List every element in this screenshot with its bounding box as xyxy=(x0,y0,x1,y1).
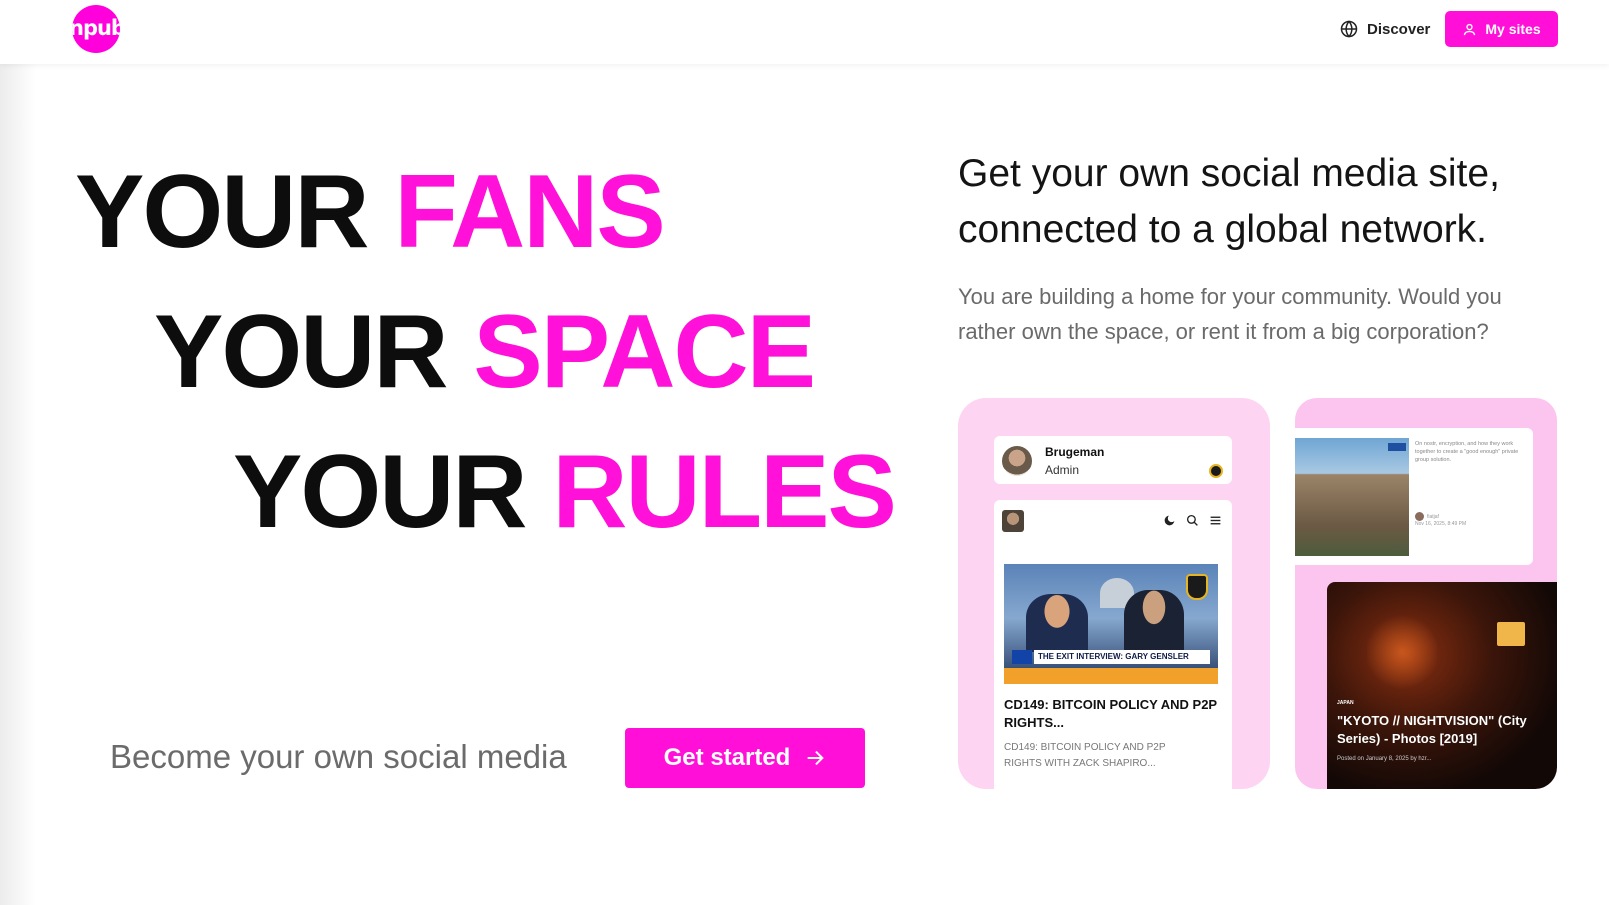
hero-word-fans: FANS xyxy=(394,154,665,270)
admin-profile-box: Brugeman Admin xyxy=(994,436,1232,484)
hero-line-rules: YOUR RULES xyxy=(233,440,897,544)
article-date: Nov 16, 2025, 8:49 PM xyxy=(1415,521,1467,527)
user-icon xyxy=(1464,23,1476,35)
top-nav: npub Discover My sites xyxy=(0,0,1609,64)
hero-word-your: YOUR xyxy=(233,434,527,550)
hero-word-rules: RULES xyxy=(552,434,896,550)
get-started-label: Get started xyxy=(663,744,791,771)
discover-label: Discover xyxy=(1367,20,1431,38)
night-photo-post: JAPAN "KYOTO // NIGHTVISION" (City Serie… xyxy=(1327,582,1557,789)
logo-text: npub xyxy=(72,16,120,40)
thumbnail-person xyxy=(1124,590,1184,652)
night-post-meta: Posted on January 8, 2025 by hzr... xyxy=(1337,756,1432,762)
news-logo xyxy=(1012,650,1032,664)
badge-icon xyxy=(1209,464,1223,478)
admin-role: Admin xyxy=(1045,463,1080,477)
feed-toolbar xyxy=(1163,514,1222,527)
logo[interactable]: npub xyxy=(72,5,120,53)
thumbnail-person xyxy=(1026,594,1088,652)
news-ticker xyxy=(1004,668,1218,684)
hero-word-space: SPACE xyxy=(473,294,816,410)
avatar xyxy=(1002,446,1032,476)
landscape-image xyxy=(1295,438,1409,556)
my-sites-label: My sites xyxy=(1485,21,1541,37)
post-title: CD149: BITCOIN POLICY AND P2P RIGHTS... xyxy=(1004,697,1217,730)
globe-icon xyxy=(1340,20,1358,38)
preview-card-community: Brugeman Admin THE EXIT INTERVIEW: GARY … xyxy=(958,398,1270,789)
lamp-glow xyxy=(1367,612,1437,692)
hero-word-your: YOUR xyxy=(154,294,448,410)
night-post-title: "KYOTO // NIGHTVISION" (City Series) - P… xyxy=(1337,713,1527,746)
intro-description: You are building a home for your communi… xyxy=(958,284,1502,344)
hero-word-your: YOUR xyxy=(75,154,369,270)
site-avatar xyxy=(1002,510,1024,532)
article-preview: On nostr, encryption, and how they work … xyxy=(1295,428,1533,565)
lit-window xyxy=(1497,622,1525,646)
author-avatar xyxy=(1415,512,1424,521)
menu-icon xyxy=(1210,516,1221,525)
article-author: fiatjaf xyxy=(1427,513,1439,520)
image-tag xyxy=(1388,443,1406,451)
thumbnail-banner: THE EXIT INTERVIEW: GARY GENSLER xyxy=(1034,650,1210,664)
get-started-button[interactable]: Get started xyxy=(625,728,865,788)
discover-link[interactable]: Discover xyxy=(1340,17,1430,41)
arrow-right-icon xyxy=(808,750,825,766)
preview-card-blog: On nostr, encryption, and how they work … xyxy=(1295,398,1557,789)
intro-title: Get your own social media site, connecte… xyxy=(958,152,1500,251)
hero-line-space: YOUR SPACE xyxy=(154,300,816,404)
moon-icon xyxy=(1164,515,1175,526)
video-thumbnail: THE EXIT INTERVIEW: GARY GENSLER xyxy=(1004,564,1218,684)
search-icon xyxy=(1186,514,1198,526)
admin-name: Brugeman xyxy=(1045,445,1105,459)
shield-icon xyxy=(1186,574,1208,600)
my-sites-button[interactable]: My sites xyxy=(1445,11,1558,47)
hero-tagline: Become your own social media xyxy=(110,738,567,775)
hero-line-fans: YOUR FANS xyxy=(75,160,666,264)
post-description: CD149: BITCOIN POLICY AND P2P RIGHTS WIT… xyxy=(1004,742,1166,769)
article-meta: fiatjaf Nov 16, 2025, 8:49 PM xyxy=(1415,512,1525,528)
article-summary: On nostr, encryption, and how they work … xyxy=(1415,441,1519,463)
left-edge-shade xyxy=(0,0,36,905)
site-feed-preview: THE EXIT INTERVIEW: GARY GENSLER CD149: … xyxy=(994,500,1232,789)
post-category: JAPAN xyxy=(1337,700,1354,706)
